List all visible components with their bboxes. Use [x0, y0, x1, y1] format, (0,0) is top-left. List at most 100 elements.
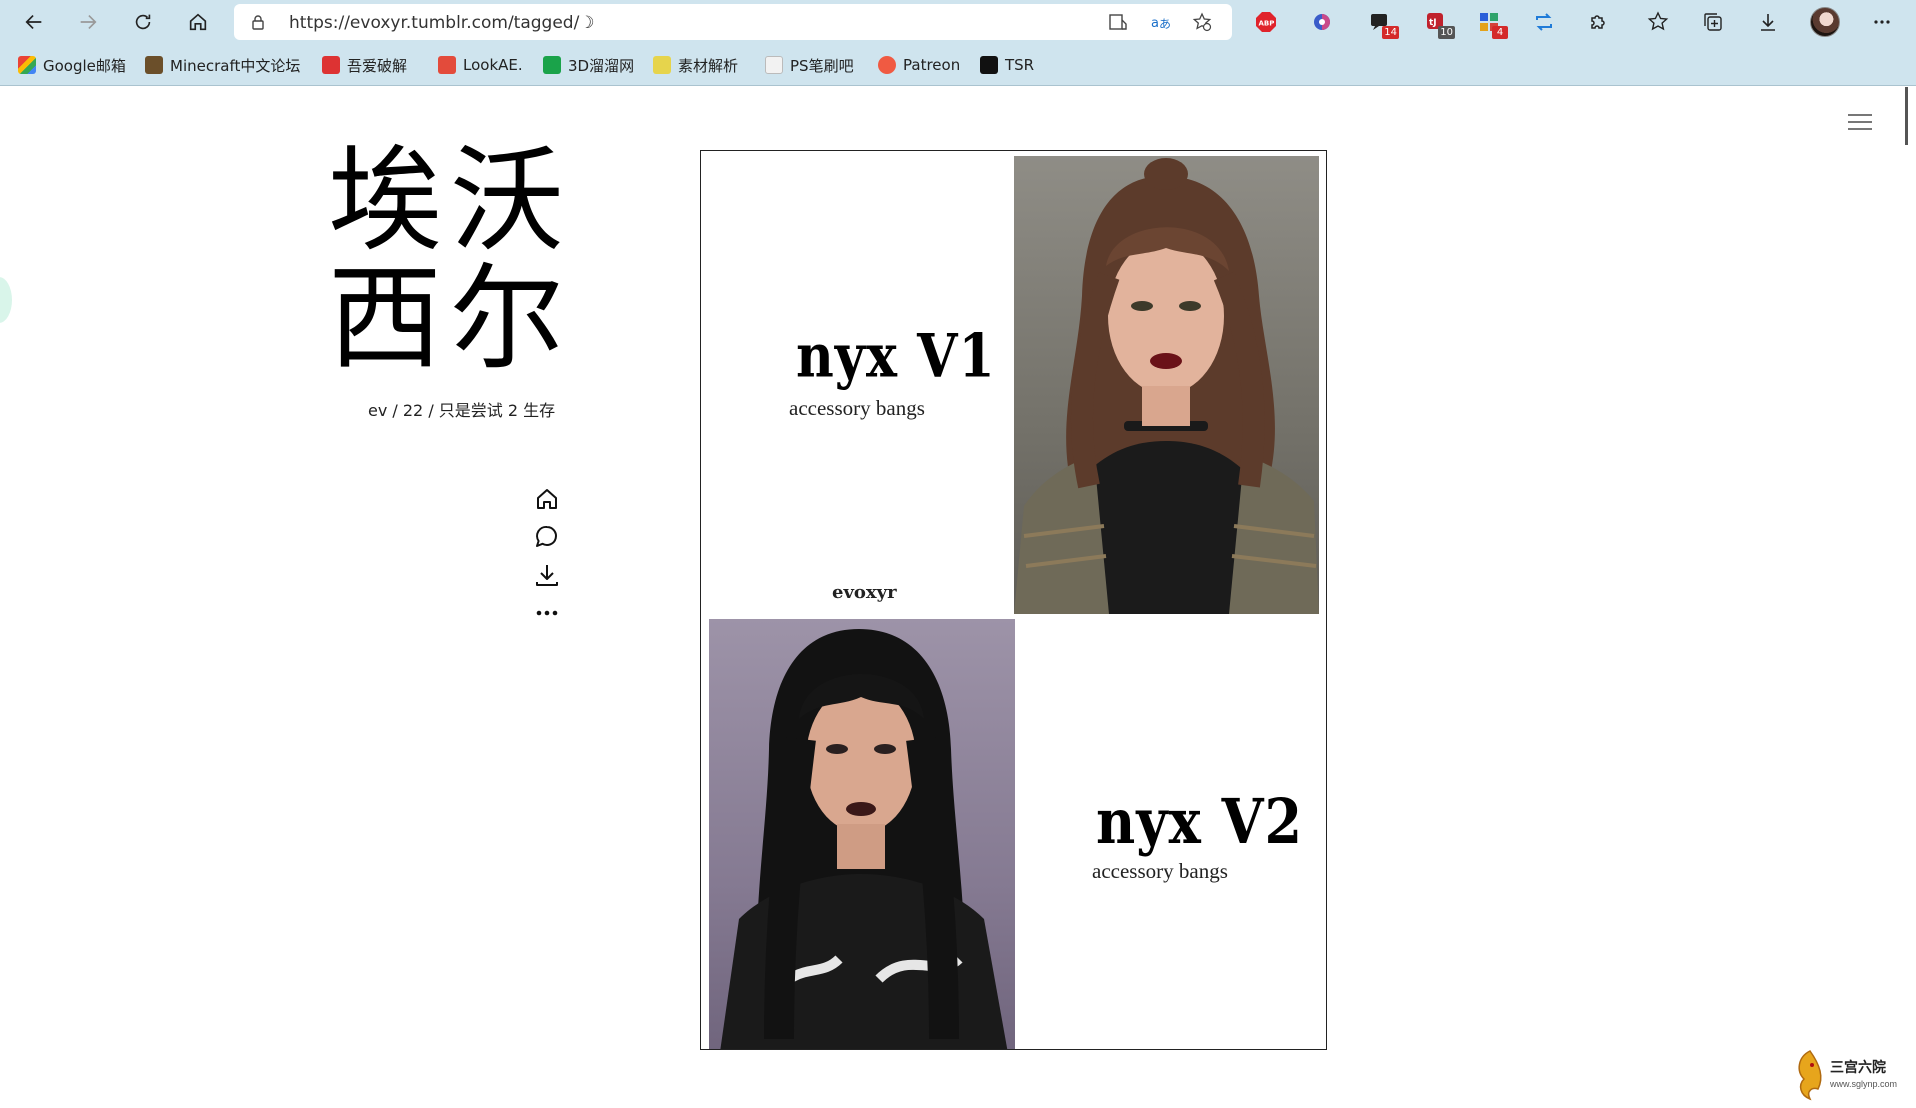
blog-side-nav: [532, 484, 562, 636]
post-title-v1: nyx V1: [796, 321, 996, 392]
home-icon: [189, 13, 207, 31]
favorites-button[interactable]: [1644, 8, 1672, 36]
address-bar[interactable]: https://evoxyr.tumblr.com/tagged/☽ aあ: [234, 4, 1232, 40]
extensions-button[interactable]: [1584, 8, 1612, 36]
post-subtitle-v1: accessory bangs: [789, 396, 925, 420]
post-subtitle-v2: accessory bangs: [1092, 859, 1228, 883]
pojie-icon: [322, 56, 340, 74]
post-panel-v1: nyx V1 accessory bangs evoxyr: [701, 151, 1325, 615]
bookmark-label: 素材解析: [678, 56, 739, 75]
dragon-logo-icon: [1798, 1050, 1822, 1101]
refresh-button[interactable]: [125, 4, 161, 40]
tsr-icon: [980, 56, 998, 74]
bookmark-label: Minecraft中文论坛: [170, 56, 301, 75]
message-icon: [536, 525, 557, 547]
blog-description: ev / 22 / 只是尝试 2 生存: [368, 401, 556, 420]
reader-view-button[interactable]: [1106, 11, 1130, 33]
lock-icon: [252, 15, 264, 30]
site-watermark: 三宫六院 www.sglynp.com: [1790, 1047, 1915, 1107]
sync-extension-icon: [1536, 13, 1552, 31]
color-extension-icon: [1314, 14, 1330, 30]
bookmarks-bar: Google邮箱 Minecraft中文论坛 吾爱破解 LookAE. 3D溜溜…: [0, 44, 1916, 86]
bookmark-3d66[interactable]: 3D溜溜网: [543, 54, 634, 76]
apps-extension-button[interactable]: 4: [1475, 8, 1508, 39]
post-signature: evoxyr: [832, 582, 897, 603]
bookmark-minecraft[interactable]: Minecraft中文论坛: [145, 54, 300, 76]
svg-text:ABP: ABP: [1259, 20, 1275, 28]
post-title-v2: nyx V2: [1096, 784, 1304, 858]
more-horizontal-icon: [1874, 20, 1890, 24]
translate-badge: 10: [1438, 26, 1455, 39]
blog-title[interactable]: 埃沃 西尔: [328, 142, 568, 378]
download-link[interactable]: [532, 560, 562, 590]
bookmark-label: PS笔刷吧: [790, 56, 854, 75]
profile-avatar[interactable]: [1810, 7, 1840, 37]
bookmark-tsr[interactable]: TSR: [980, 54, 1034, 76]
minecraft-icon: [145, 56, 163, 74]
extensions-puzzle-icon: [1591, 15, 1605, 29]
collections-icon: [1704, 13, 1722, 31]
sim-preview-image-v1[interactable]: [1014, 156, 1319, 614]
svg-text:a: a: [1151, 16, 1159, 31]
chat-badge: 14: [1382, 26, 1399, 39]
more-icon: [536, 610, 558, 616]
reader-view-icon: [1109, 14, 1127, 30]
star-add-icon: [1192, 12, 1212, 32]
watermark-text: 三宫六院: [1830, 1060, 1886, 1076]
blog-title-line-2: 西尔: [328, 252, 573, 385]
blog-page: 埃沃 西尔 ev / 22 / 只是尝试 2 生存 nyx V1 accesso…: [0, 87, 1916, 1101]
bookmark-label: Google邮箱: [43, 56, 126, 75]
gmail-icon: [18, 56, 36, 74]
ps-brush-icon: [765, 56, 783, 74]
browser-toolbar: https://evoxyr.tumblr.com/tagged/☽ aあ AB…: [0, 0, 1916, 44]
translate-icon: aあ: [1151, 16, 1170, 31]
bookmark-patreon[interactable]: Patreon: [878, 54, 960, 76]
svg-text:tJ: tJ: [1429, 18, 1437, 28]
refresh-icon: [135, 14, 151, 30]
downloads-button[interactable]: [1754, 8, 1782, 36]
back-button[interactable]: [16, 4, 52, 40]
patreon-icon: [878, 56, 896, 74]
home-button[interactable]: [180, 4, 216, 40]
sync-extension-button[interactable]: [1530, 8, 1558, 36]
bookmark-52pojie[interactable]: 吾爱破解: [322, 54, 407, 76]
download-icon: [536, 565, 558, 586]
favorites-icon: [1647, 11, 1669, 31]
forward-button[interactable]: [70, 4, 106, 40]
url-text[interactable]: https://evoxyr.tumblr.com/tagged/☽: [289, 13, 595, 33]
sim-preview-image-v2[interactable]: [709, 619, 1015, 1049]
decorative-blob: [0, 277, 12, 323]
bookmark-label: TSR: [1005, 56, 1035, 74]
more-link[interactable]: [532, 598, 562, 628]
blog-title-line-1: 埃沃: [328, 134, 573, 267]
arrow-left-icon: [25, 14, 42, 30]
adblock-plus-button[interactable]: ABP: [1252, 8, 1280, 36]
chat-extension-button[interactable]: 14: [1366, 8, 1399, 39]
add-favorite-button[interactable]: [1190, 11, 1214, 33]
3d66-icon: [543, 56, 561, 74]
collections-button[interactable]: [1699, 8, 1727, 36]
sucai-icon: [653, 56, 671, 74]
adblock-plus-icon: ABP: [1256, 12, 1276, 32]
translate-extension-button[interactable]: tJ 10: [1422, 8, 1455, 39]
bookmark-ps-brushes[interactable]: PS笔刷吧: [765, 54, 854, 76]
bookmark-lookae[interactable]: LookAE.: [438, 54, 523, 76]
hamburger-menu-icon[interactable]: [1848, 114, 1872, 132]
bookmark-label: 吾爱破解: [347, 56, 408, 75]
bookmark-label: LookAE.: [463, 56, 523, 74]
home-link[interactable]: [532, 484, 562, 514]
scrollbar-thumb[interactable]: [1905, 87, 1908, 145]
arrow-right-icon: [80, 14, 97, 30]
lookae-icon: [438, 56, 456, 74]
bookmark-sucai[interactable]: 素材解析: [653, 54, 738, 76]
downloads-icon: [1761, 14, 1775, 31]
ask-link[interactable]: [532, 522, 562, 552]
post-card[interactable]: nyx V1 accessory bangs evoxyr nyx V2 acc…: [700, 150, 1327, 1050]
apps-badge: 4: [1492, 26, 1508, 39]
color-extension-button[interactable]: [1308, 8, 1336, 36]
bookmark-label: Patreon: [903, 56, 961, 74]
bookmark-google-mail[interactable]: Google邮箱: [18, 54, 126, 76]
home-icon: [537, 489, 557, 509]
translate-button[interactable]: aあ: [1148, 11, 1172, 33]
settings-menu-button[interactable]: [1868, 8, 1896, 36]
